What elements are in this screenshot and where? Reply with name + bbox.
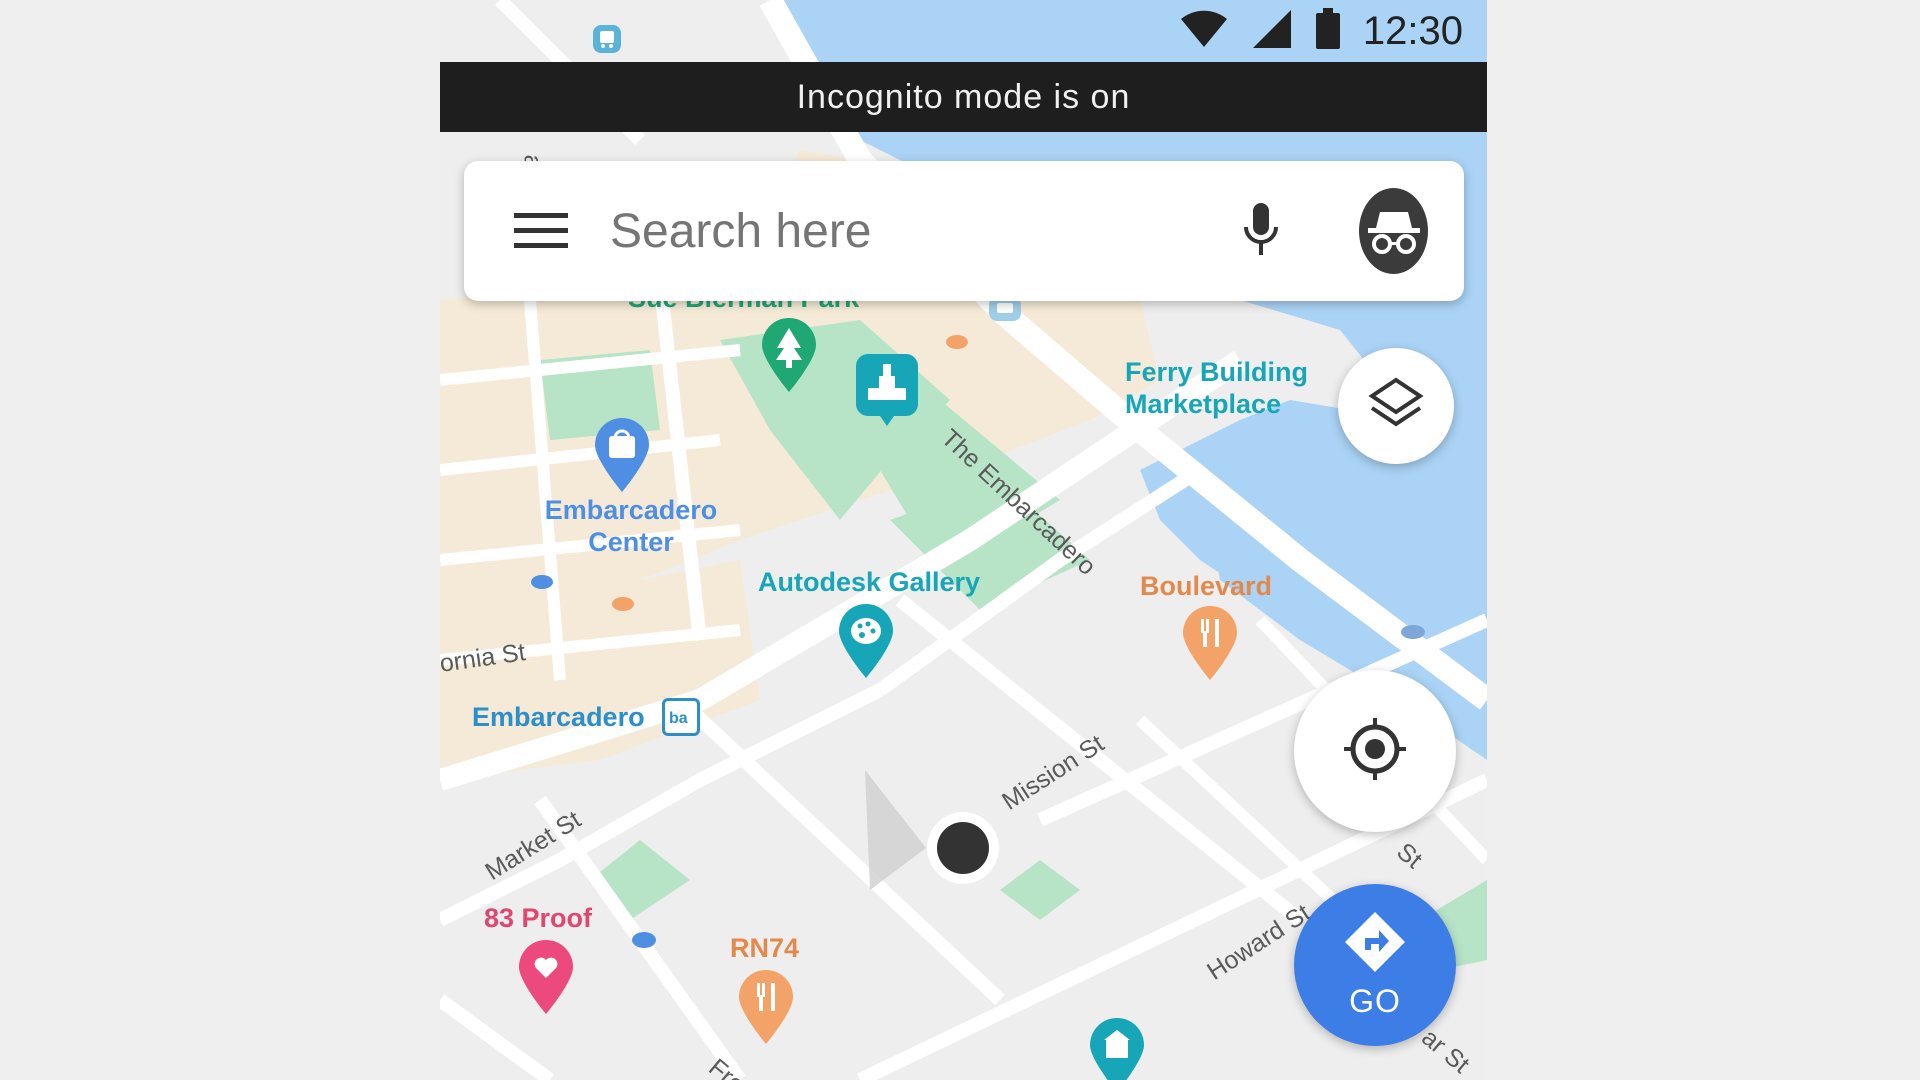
bart-transit-icon[interactable]: ba bbox=[662, 698, 700, 736]
layers-icon bbox=[1368, 376, 1424, 437]
microphone-icon[interactable] bbox=[1233, 191, 1289, 271]
layers-button[interactable] bbox=[1338, 348, 1454, 464]
battery-icon bbox=[1315, 7, 1341, 55]
place-label-ferry-line2: Marketplace bbox=[1125, 389, 1282, 419]
crosshair-location-icon bbox=[1342, 716, 1408, 787]
status-bar: 12:30 bbox=[440, 0, 1487, 62]
incognito-avatar-icon[interactable] bbox=[1359, 188, 1428, 274]
incognito-banner-text: Incognito mode is on bbox=[796, 77, 1131, 116]
water-dot bbox=[1401, 625, 1425, 639]
park-tree-pin-icon[interactable] bbox=[760, 318, 818, 399]
ferry-building-icon[interactable] bbox=[854, 352, 920, 437]
my-location-dot[interactable] bbox=[937, 822, 989, 874]
restaurant-boulevard-pin-icon[interactable] bbox=[1181, 606, 1239, 687]
status-time: 12:30 bbox=[1362, 8, 1463, 53]
museum-pin-icon[interactable] bbox=[1088, 1018, 1146, 1080]
place-label-autodesk[interactable]: Autodesk Gallery bbox=[758, 566, 980, 598]
place-label-embarcadero-center[interactable]: Embarcadero Center bbox=[536, 494, 726, 558]
place-label-ec-line2: Center bbox=[588, 527, 674, 557]
go-directions-button[interactable]: GO bbox=[1294, 884, 1456, 1046]
place-label-ferry-line1: Ferry Building bbox=[1125, 357, 1309, 387]
my-location-button[interactable] bbox=[1294, 670, 1456, 832]
transit-dot bbox=[531, 575, 553, 589]
food-dot bbox=[612, 597, 634, 611]
cellular-signal-icon bbox=[1251, 8, 1293, 55]
restaurant-rn74-pin-icon[interactable] bbox=[737, 970, 795, 1051]
art-gallery-palette-pin-icon[interactable] bbox=[837, 604, 895, 685]
shopping-bag-pin-icon[interactable] bbox=[593, 418, 651, 499]
search-input[interactable] bbox=[608, 202, 1233, 260]
menu-icon[interactable] bbox=[514, 201, 568, 261]
place-label-rn74[interactable]: RN74 bbox=[730, 932, 799, 964]
svg-text:ba: ba bbox=[669, 710, 688, 727]
go-label: GO bbox=[1349, 983, 1401, 1019]
place-label-83-proof[interactable]: 83 Proof bbox=[484, 902, 592, 934]
place-label-embarcadero-station[interactable]: Embarcadero bbox=[472, 701, 645, 733]
phone-screen: The Embarcadero ornia St Market St Missi… bbox=[440, 0, 1487, 1080]
incognito-banner: Incognito mode is on bbox=[440, 62, 1487, 132]
food-dot bbox=[946, 335, 968, 349]
place-label-boulevard[interactable]: Boulevard bbox=[1140, 570, 1272, 602]
directions-icon bbox=[1343, 910, 1407, 979]
transit-dot bbox=[632, 932, 656, 948]
search-bar[interactable] bbox=[464, 161, 1464, 301]
wifi-icon bbox=[1179, 9, 1229, 54]
favorite-heart-pin-icon[interactable] bbox=[517, 940, 575, 1021]
place-label-ferry-building[interactable]: Ferry Building Marketplace bbox=[1125, 356, 1308, 420]
